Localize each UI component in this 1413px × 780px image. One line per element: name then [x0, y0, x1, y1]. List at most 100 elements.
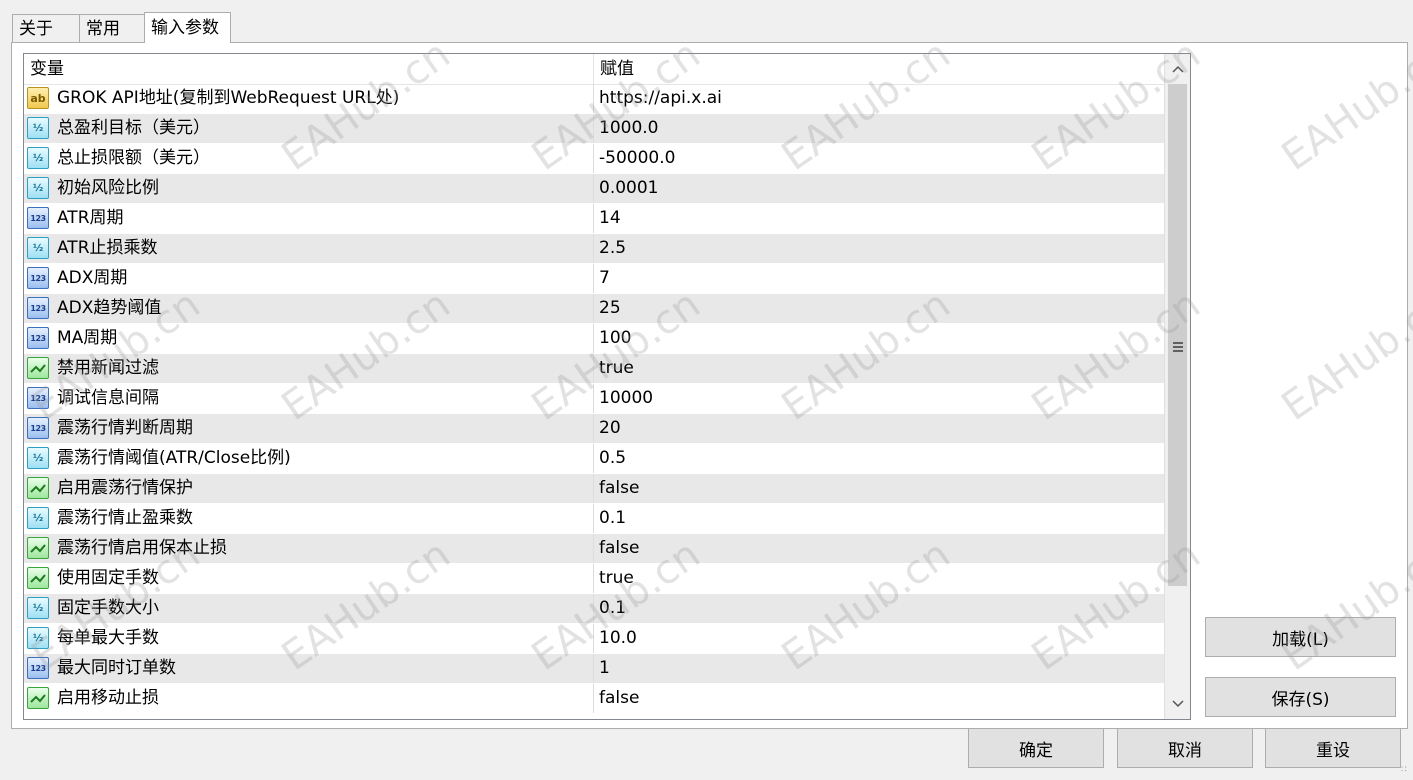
parameter-value[interactable]: 25: [594, 294, 1169, 323]
table-row[interactable]: ab GROK API地址(复制到WebRequest URL处) https://…: [24, 84, 1164, 114]
table-row[interactable]: ½ 震荡行情止盈乘数 0.1: [24, 504, 1164, 534]
parameter-value[interactable]: false: [594, 684, 1169, 713]
table-row[interactable]: ½ ATR止损乘数 2.5: [24, 234, 1164, 264]
table-row[interactable]: 123 最大同时订单数 1: [24, 654, 1164, 684]
parameter-name-cell: 123 ATR周期: [24, 204, 593, 233]
parameter-name: 每单最大手数: [57, 628, 159, 648]
table-row[interactable]: ½ 每单最大手数 10.0: [24, 624, 1164, 654]
parameter-name-cell: ½ 震荡行情止盈乘数: [24, 504, 593, 533]
tab-label: 常用: [86, 19, 120, 39]
chevron-down-icon: [1171, 700, 1184, 708]
parameter-value[interactable]: true: [594, 354, 1169, 383]
tab-about[interactable]: 关于: [12, 14, 80, 42]
save-button[interactable]: 保存(S): [1205, 677, 1396, 717]
boolean-type-icon: [27, 477, 49, 499]
tab-common[interactable]: 常用: [79, 14, 145, 42]
parameter-name-cell: 123 MA周期: [24, 324, 593, 353]
parameter-value[interactable]: 7: [594, 264, 1169, 293]
vertical-scrollbar[interactable]: [1164, 54, 1190, 719]
table-row[interactable]: ½ 初始风险比例 0.0001: [24, 174, 1164, 204]
parameter-name: 初始风险比例: [57, 178, 159, 198]
double-type-icon: ½: [27, 177, 49, 199]
parameter-name-cell: ab GROK API地址(复制到WebRequest URL处): [24, 84, 593, 113]
parameter-name: 震荡行情阈值(ATR/Close比例): [57, 448, 291, 468]
parameter-value[interactable]: false: [594, 474, 1169, 503]
parameter-name-cell: 123 ADX周期: [24, 264, 593, 293]
tab-inputs[interactable]: 输入参数: [144, 12, 231, 43]
table-row[interactable]: 震荡行情启用保本止损 false: [24, 534, 1164, 564]
boolean-type-icon: [27, 687, 49, 709]
table-row[interactable]: 使用固定手数 true: [24, 564, 1164, 594]
parameter-value[interactable]: true: [594, 564, 1169, 593]
parameter-name-cell: 123 震荡行情判断周期: [24, 414, 593, 443]
parameter-name: MA周期: [57, 328, 118, 348]
table-row[interactable]: 启用移动止损 false: [24, 684, 1164, 714]
table-row[interactable]: ½ 震荡行情阈值(ATR/Close比例) 0.5: [24, 444, 1164, 474]
parameter-name-cell: ½ 总盈利目标（美元）: [24, 114, 593, 143]
column-header-value[interactable]: 赋值: [594, 54, 634, 84]
scroll-down-button[interactable]: [1165, 691, 1190, 717]
double-type-icon: ½: [27, 237, 49, 259]
parameter-name-cell: ½ 总止损限额（美元）: [24, 144, 593, 173]
table-row[interactable]: ½ 总盈利目标（美元） 1000.0: [24, 114, 1164, 144]
double-type-icon: ½: [27, 627, 49, 649]
parameter-name: 启用震荡行情保护: [57, 478, 193, 498]
integer-type-icon: 123: [27, 657, 49, 679]
parameter-name: GROK API地址(复制到WebRequest URL处): [57, 88, 400, 108]
grid-header: 变量 赋值: [24, 54, 1164, 85]
parameter-value[interactable]: false: [594, 534, 1169, 563]
parameter-name: 启用移动止损: [57, 688, 159, 708]
parameter-value[interactable]: 10000: [594, 384, 1169, 413]
parameter-value[interactable]: 100: [594, 324, 1169, 353]
parameter-name-cell: 启用移动止损: [24, 684, 593, 713]
parameter-name-cell: ½ 震荡行情阈值(ATR/Close比例): [24, 444, 593, 473]
cancel-button[interactable]: 取消: [1117, 728, 1253, 768]
parameter-value[interactable]: -50000.0: [594, 144, 1169, 173]
table-row[interactable]: 123 ATR周期 14: [24, 204, 1164, 234]
table-row[interactable]: ½ 总止损限额（美元） -50000.0: [24, 144, 1164, 174]
table-row[interactable]: 123 ADX周期 7: [24, 264, 1164, 294]
table-row[interactable]: ½ 固定手数大小 0.1: [24, 594, 1164, 624]
tab-label: 输入参数: [151, 18, 219, 38]
table-row[interactable]: 123 调试信息间隔 10000: [24, 384, 1164, 414]
parameter-value[interactable]: 0.1: [594, 504, 1169, 533]
grid-rows: ab GROK API地址(复制到WebRequest URL处) https://…: [24, 84, 1164, 719]
parameter-name-cell: 123 最大同时订单数: [24, 654, 593, 683]
parameter-value[interactable]: 2.5: [594, 234, 1169, 263]
parameter-name: ADX周期: [57, 268, 128, 288]
string-type-icon: ab: [27, 87, 49, 109]
double-type-icon: ½: [27, 597, 49, 619]
reset-button[interactable]: 重设: [1265, 728, 1401, 768]
table-row[interactable]: 123 震荡行情判断周期 20: [24, 414, 1164, 444]
resize-grip-icon[interactable]: ∷: [1401, 766, 1411, 778]
parameter-name: 总盈利目标（美元）: [57, 118, 210, 138]
table-row[interactable]: 123 ADX趋势阈值 25: [24, 294, 1164, 324]
parameter-value[interactable]: 0.5: [594, 444, 1169, 473]
double-type-icon: ½: [27, 507, 49, 529]
parameter-name: ATR止损乘数: [57, 238, 158, 258]
parameter-value[interactable]: 0.0001: [594, 174, 1169, 203]
parameter-value[interactable]: 0.1: [594, 594, 1169, 623]
parameter-name: 固定手数大小: [57, 598, 159, 618]
parameter-value[interactable]: 14: [594, 204, 1169, 233]
scroll-up-button[interactable]: [1165, 56, 1190, 82]
parameter-value[interactable]: https://api.x.ai: [594, 84, 1169, 113]
parameter-name-cell: 震荡行情启用保本止损: [24, 534, 593, 563]
parameter-name: 震荡行情启用保本止损: [57, 538, 227, 558]
parameter-value[interactable]: 1000.0: [594, 114, 1169, 143]
tab-label: 关于: [19, 19, 53, 39]
scroll-thumb[interactable]: [1168, 84, 1187, 586]
parameter-name-cell: 禁用新闻过滤: [24, 354, 593, 383]
parameter-name-cell: ½ 固定手数大小: [24, 594, 593, 623]
load-button[interactable]: 加载(L): [1205, 617, 1396, 657]
integer-type-icon: 123: [27, 207, 49, 229]
parameter-value[interactable]: 20: [594, 414, 1169, 443]
parameter-name: 调试信息间隔: [57, 388, 159, 408]
parameter-value[interactable]: 1: [594, 654, 1169, 683]
table-row[interactable]: 123 MA周期 100: [24, 324, 1164, 354]
table-row[interactable]: 启用震荡行情保护 false: [24, 474, 1164, 504]
ok-button[interactable]: 确定: [968, 728, 1104, 768]
table-row[interactable]: 禁用新闻过滤 true: [24, 354, 1164, 384]
parameter-value[interactable]: 10.0: [594, 624, 1169, 653]
column-header-variable[interactable]: 变量: [24, 54, 64, 84]
